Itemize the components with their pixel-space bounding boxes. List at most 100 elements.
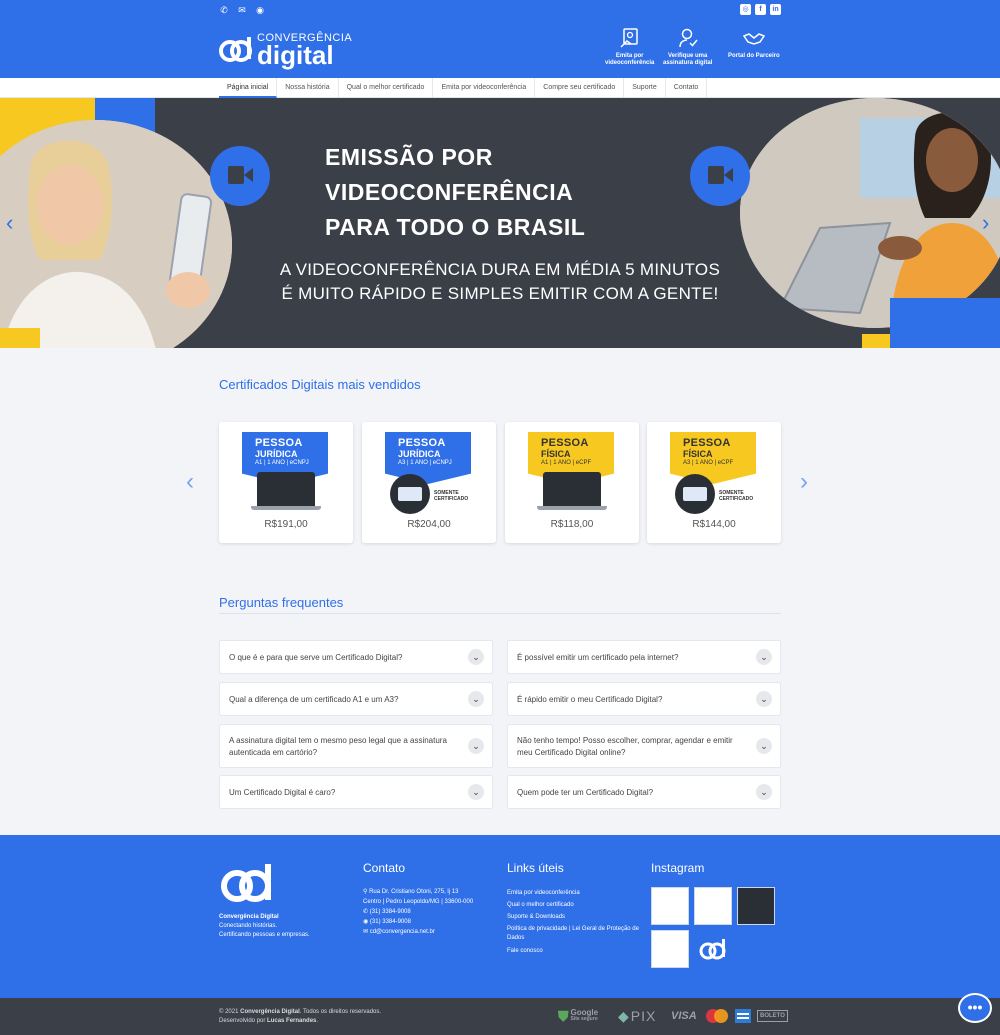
faq-question: Qual a diferença de um certificado A1 e … [229, 695, 399, 704]
faq-item[interactable]: Não tenho tempo! Posso escolher, comprar… [507, 724, 781, 768]
product-card[interactable]: PESSOA JURÍDICA A1 | 1 ANO | eCNPJ R$191… [219, 422, 353, 543]
visa-logo: VISA [671, 1010, 697, 1022]
hero-title: EMISSÃO POR VIDEOCONFERÊNCIA PARA TODO O… [325, 140, 585, 245]
faq-item[interactable]: É rápido emitir o meu Certificado Digita… [507, 682, 781, 716]
mail-icon: ✉ [363, 929, 370, 935]
site-logo[interactable]: CONVERGÊNCIA digital [219, 30, 352, 70]
faq-item[interactable]: A assinatura digital tem o mesmo peso le… [219, 724, 493, 768]
video-certificate-icon [620, 28, 638, 48]
token-device-icon [390, 474, 430, 514]
header-contact-icons: ✆ ✉ ◉ [219, 5, 265, 15]
menu-item-home[interactable]: Página inicial [219, 78, 278, 98]
faq-question: Um Certificado Digital é caro? [229, 788, 336, 797]
bottom-bar: © 2021 Convergência Digital. Todos os di… [0, 998, 1000, 1035]
product-price: R$191,00 [264, 519, 308, 530]
faq-item[interactable]: Qual a diferença de um certificado A1 e … [219, 682, 493, 716]
developer-name[interactable]: Lucas Fernandes [267, 1018, 316, 1024]
developer-post: . [316, 1018, 319, 1024]
shield-icon: ⛊ [558, 1007, 569, 1024]
product-detail: A3 | 1 ANO | eCPF [683, 460, 734, 466]
footer-link[interactable]: Qual o melhor certificado [507, 899, 642, 911]
footer-phone[interactable]: (31) 3384-9008 [370, 909, 411, 915]
footer-brand: Convergência Digital Conectando história… [219, 913, 310, 940]
nav-emit-videoconference[interactable]: Emita por videoconferência [605, 27, 654, 67]
menu-item-buy[interactable]: Compre seu certificado [535, 78, 625, 98]
hero-next-arrow[interactable]: › [982, 210, 989, 236]
instagram-post-thumbnail[interactable] [694, 930, 732, 968]
instagram-post-thumbnail[interactable] [651, 930, 689, 968]
footer-email[interactable]: cd@convergencia.net.br [370, 929, 435, 935]
facebook-icon[interactable]: f [755, 4, 766, 15]
menu-item-best-certificate[interactable]: Qual o melhor certificado [339, 78, 434, 98]
copyright-brand: Convergência Digital [240, 1009, 300, 1015]
faq-question: É possível emitir um certificado pela in… [517, 653, 679, 662]
products-next-arrow[interactable]: › [800, 468, 808, 496]
chevron-down-icon[interactable]: ⌄ [468, 691, 484, 707]
chevron-down-icon[interactable]: ⌄ [756, 784, 772, 800]
product-type-1: PESSOA [683, 437, 731, 449]
menu-item-videoconference[interactable]: Emita por videoconferência [433, 78, 536, 98]
nav-partner-portal[interactable]: Portal do Parceiro [728, 27, 780, 60]
footer-brand-line-1: Conectando histórias. [219, 923, 278, 929]
menu-item-contact[interactable]: Contato [666, 78, 708, 98]
laptop-icon [537, 472, 607, 510]
woman-laptop-illustration [740, 98, 1000, 328]
chevron-down-icon[interactable]: ⌄ [468, 784, 484, 800]
copyright: © 2021 Convergência Digital. Todos os di… [219, 1008, 381, 1026]
note-line-2: CERTIFICADO [434, 496, 469, 502]
video-camera-icon [210, 146, 270, 206]
handshake-icon [742, 33, 765, 45]
products-prev-arrow[interactable]: ‹ [186, 468, 194, 496]
instagram-post-thumbnail[interactable] [737, 887, 775, 925]
footer-link[interactable]: Emita por videoconferência [507, 887, 642, 899]
product-type-2: JURÍDICA [255, 449, 298, 459]
chat-button[interactable]: ••• [958, 993, 992, 1023]
token-device-icon [675, 474, 715, 514]
whatsapp-icon[interactable]: ◉ [255, 5, 265, 15]
menu-item-support[interactable]: Suporte [624, 78, 666, 98]
hero-title-line-2: VIDEOCONFERÊNCIA [325, 179, 574, 205]
footer-link[interactable]: Fale conosco [507, 945, 642, 957]
product-price: R$204,00 [407, 519, 451, 530]
faq-item[interactable]: O que é e para que serve um Certificado … [219, 640, 493, 674]
chevron-down-icon[interactable]: ⌄ [756, 691, 772, 707]
product-detail: A1 | 1 ANO | eCPF [541, 460, 592, 466]
chevron-down-icon[interactable]: ⌄ [756, 738, 772, 754]
hero-photo-left [0, 120, 232, 348]
footer-link[interactable]: Suporte & Downloads [507, 911, 642, 923]
product-type-2: FÍSICA [541, 449, 571, 459]
hero-prev-arrow[interactable]: ‹ [6, 210, 13, 236]
footer-address-1: Rua Dr. Cristiano Otoni, 275, lj 13 [369, 889, 459, 895]
faq-item[interactable]: Quem pode ter um Certificado Digital? ⌄ [507, 775, 781, 809]
developer-pre: Desenvolvido por [219, 1018, 268, 1024]
certificate-only-note: SOMENTE CERTIFICADO [719, 490, 753, 502]
chevron-down-icon[interactable]: ⌄ [468, 738, 484, 754]
product-card[interactable]: PESSOA FÍSICA A3 | 1 ANO | eCPF SOMENTE … [647, 422, 781, 543]
product-card[interactable]: PESSOA JURÍDICA A3 | 1 ANO | eCNPJ SOMEN… [362, 422, 496, 543]
product-card[interactable]: PESSOA FÍSICA A1 | 1 ANO | eCPF R$118,00 [505, 422, 639, 543]
instagram-post-thumbnail[interactable] [694, 887, 732, 925]
linkedin-icon[interactable]: in [770, 4, 781, 15]
nav-verify-label-2: assinatura digital [663, 60, 713, 66]
nav-verify-signature[interactable]: Verifique uma assinatura digital [663, 27, 712, 67]
phone-icon[interactable]: ✆ [219, 5, 229, 15]
instagram-post-thumbnail[interactable] [651, 887, 689, 925]
hero-title-line-1: EMISSÃO POR [325, 144, 493, 170]
hero-subtitle: A VIDEOCONFERÊNCIA DURA EM MÉDIA 5 MINUT… [265, 258, 735, 306]
faq-item[interactable]: É possível emitir um certificado pela in… [507, 640, 781, 674]
chevron-down-icon[interactable]: ⌄ [468, 649, 484, 665]
nav-partner-label: Portal do Parceiro [728, 53, 780, 59]
mail-icon[interactable]: ✉ [237, 5, 247, 15]
google-badge-text: Google [570, 1008, 599, 1017]
menu-item-history[interactable]: Nossa história [277, 78, 339, 98]
certificate-only-note: SOMENTE CERTIFICADO [434, 490, 468, 502]
footer-instagram-title: Instagram [651, 861, 705, 875]
chevron-down-icon[interactable]: ⌄ [756, 649, 772, 665]
hero-subtitle-line-1: A VIDEOCONFERÊNCIA DURA EM MÉDIA 5 MINUT… [279, 260, 721, 279]
copyright-post: . Todos os direitos reservados. [299, 1009, 382, 1015]
footer-link[interactable]: Política de privacidade | Lei Geral de P… [507, 925, 642, 943]
faq-item[interactable]: Um Certificado Digital é caro? ⌄ [219, 775, 493, 809]
nav-emit-label-1: Emita por [615, 53, 644, 59]
footer-whatsapp[interactable]: (31) 3384-9008 [370, 919, 411, 925]
instagram-icon[interactable]: ◎ [740, 4, 751, 15]
